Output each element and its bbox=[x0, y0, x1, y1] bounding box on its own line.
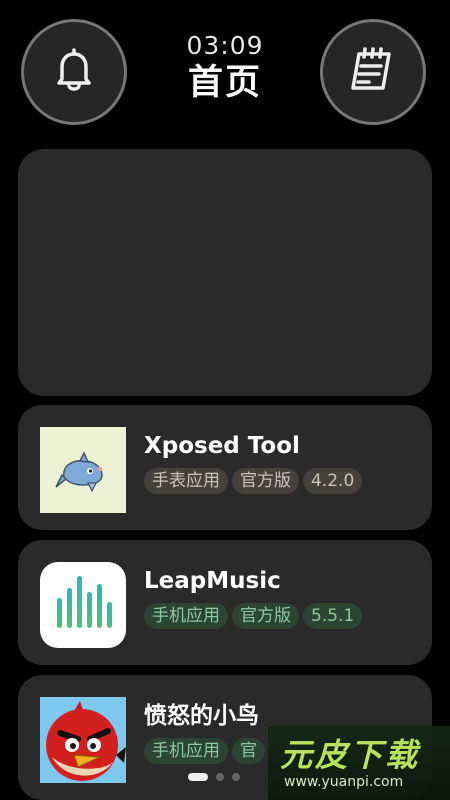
page-indicator bbox=[188, 773, 240, 781]
watermark: 元皮下载 www.yuanpi.com bbox=[268, 726, 450, 800]
angry-birds-icon bbox=[40, 697, 126, 783]
tag-platform: 手表应用 bbox=[144, 468, 228, 494]
tag-version: 5.5.1 bbox=[303, 603, 363, 629]
clock-time: 03:09 bbox=[186, 31, 264, 60]
page-dot bbox=[216, 773, 224, 781]
bell-icon bbox=[49, 45, 99, 99]
header: 03:09 首页 bbox=[125, 30, 325, 104]
watermark-title: 元皮下载 bbox=[280, 736, 421, 774]
tag-edition: 官方版 bbox=[232, 468, 299, 494]
notifications-button[interactable] bbox=[21, 19, 127, 125]
app-name: LeapMusic bbox=[144, 568, 281, 594]
tag-list: 手机应用 官方版 5.5.1 bbox=[144, 603, 363, 629]
page-dot bbox=[232, 773, 240, 781]
app-card-leapmusic[interactable]: LeapMusic 手机应用 官方版 5.5.1 bbox=[18, 540, 432, 665]
page-title: 首页 bbox=[187, 63, 262, 103]
app-name: Xposed Tool bbox=[144, 433, 300, 459]
tag-edition: 官方版 bbox=[232, 603, 299, 629]
xposed-dolphin-icon bbox=[40, 427, 126, 513]
page-dot-active bbox=[188, 773, 208, 781]
leapmusic-bars-icon bbox=[40, 562, 126, 648]
tag-list: 手表应用 官方版 4.2.0 bbox=[144, 468, 363, 494]
tag-list: 手机应用 官 bbox=[144, 738, 265, 764]
app-name: 愤怒的小鸟 bbox=[144, 703, 259, 729]
tag-platform: 手机应用 bbox=[144, 738, 228, 764]
calendar-icon bbox=[345, 42, 401, 102]
watermark-url: www.yuanpi.com bbox=[284, 774, 404, 790]
tag-version: 4.2.0 bbox=[303, 468, 363, 494]
banner-card[interactable] bbox=[18, 149, 432, 396]
tag-edition: 官 bbox=[232, 738, 265, 764]
calendar-button[interactable] bbox=[320, 19, 426, 125]
tag-platform: 手机应用 bbox=[144, 603, 228, 629]
app-card-xposed-tool[interactable]: Xposed Tool 手表应用 官方版 4.2.0 bbox=[18, 405, 432, 530]
